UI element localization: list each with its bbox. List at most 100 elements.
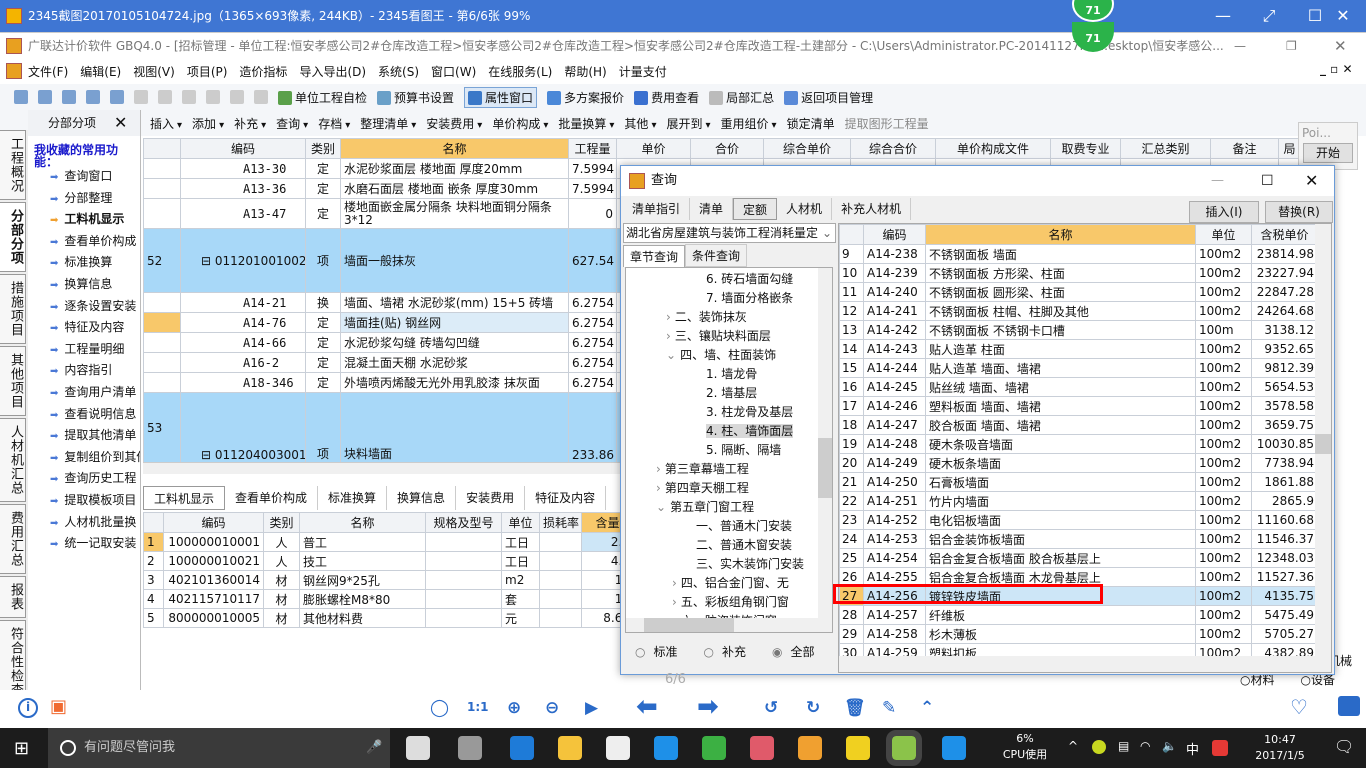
previous-arrow-icon[interactable]: ⬅ [636,692,658,722]
taskbar-app-icon[interactable] [942,736,966,760]
column-header[interactable]: 类别 [263,512,300,533]
chevron-down-icon[interactable]: ⌄ [656,500,666,514]
vtab-6[interactable]: 费用汇总 [0,504,26,574]
cell[interactable]: A14-247 [863,415,926,435]
cell[interactable]: 铝合金复合板墙面 胶合板基层上 [925,548,1196,568]
rotate-left-icon[interactable]: ↺ [764,698,778,718]
cell[interactable]: 7.5994 [568,158,617,179]
favorite-item[interactable]: ➡ 提取模板项目 [28,490,140,512]
cell[interactable]: 混凝土面天棚 水泥砂浆 [340,352,569,373]
minimize-icon[interactable]: — [1200,0,1246,32]
new-file-icon[interactable] [14,90,28,104]
cell[interactable]: A14-254 [863,548,926,568]
cell[interactable]: A14-249 [863,453,926,473]
quota-hscrollbar[interactable] [839,656,1331,672]
clock[interactable]: 10:47 2017/1/5 [1240,732,1320,764]
cell[interactable]: 定 [305,332,341,353]
taskbar-app-icon[interactable] [654,736,678,760]
cell[interactable]: 2.2 [581,532,623,552]
cell[interactable]: 100m [1195,320,1252,340]
cell[interactable]: 7738.94 [1251,453,1318,473]
cell[interactable]: 11160.68 [1251,510,1318,530]
windows-start-icon[interactable]: ⊞ [14,738,29,759]
dialog-tab[interactable]: 补充人材机 [832,198,912,220]
cell[interactable]: 100m2 [1195,434,1252,454]
column-header[interactable]: 单位 [501,512,540,533]
favorite-item[interactable]: ➡ 工程量明细 [28,339,140,361]
column-header[interactable]: 单位 [1195,224,1252,245]
cell[interactable]: 材 [263,608,300,628]
tree-node[interactable]: 7. 墙面分格嵌条 [626,289,832,308]
chevron-right-icon[interactable]: › [672,576,677,590]
vtab-2[interactable]: 分部分项 [0,202,26,272]
cell[interactable]: 100m2 [1195,263,1252,283]
menu-item[interactable]: 项目(P) [187,63,228,80]
gift-icon[interactable]: ▣ [50,696,67,717]
cell[interactable]: 100m2 [1195,510,1252,530]
cell[interactable]: 套 [501,589,540,609]
table-row[interactable]: 23 A14-252 电化铝板墙面 100m2 11160.68 [839,510,1318,530]
tree-node[interactable]: 1. 墙龙骨 [626,365,832,384]
cell[interactable]: 6.2754 [568,312,617,333]
cell[interactable]: A14-251 [863,491,926,511]
cell[interactable]: 7.5994 [568,178,617,199]
cell[interactable]: 100m2 [1195,586,1252,606]
menu-item[interactable]: 编辑(E) [80,63,121,80]
column-header[interactable]: 综合单价 [763,138,851,159]
cell[interactable] [425,551,502,571]
cell[interactable]: 其他材料费 [299,608,426,628]
cell[interactable]: 100m2 [1195,244,1252,264]
table-row[interactable]: 5800000010005材其他材料费 元 8.63 [143,608,623,628]
close-panel-icon[interactable]: ✕ [114,110,127,136]
image-viewer-icon[interactable] [886,730,922,766]
dialog-maximize-icon[interactable]: ☐ [1261,166,1274,196]
dialog-tab[interactable]: 人材机 [777,198,833,220]
table-row[interactable]: 24 A14-253 铝合金装饰板墙面 100m2 11546.37 [839,529,1318,549]
cell[interactable]: 不锈钢面板 方形梁、柱面 [925,263,1196,283]
table-row[interactable]: 4402115710117材膨胀螺栓M8*80 套 10 [143,589,623,609]
bottom-tab[interactable]: 换算信息 [387,486,457,510]
cell[interactable]: A14-238 [863,244,926,264]
table-row[interactable]: 18 A14-247 胶合板面 墙面、墙裙 100m2 3659.75 [839,415,1318,435]
dialog-title-bar[interactable]: 查询 — ☐ ✕ [621,166,1334,196]
replace-button[interactable]: 替换(R) [1265,201,1333,223]
toolbar-button[interactable]: 属性窗口 [464,86,538,108]
zoom-in-icon[interactable]: ⊕ [507,698,521,718]
insert-button[interactable]: 插入(I) [1189,201,1259,223]
toolbar-button[interactable]: 整理清单 ▾ [360,115,416,132]
toolbar-button[interactable]: 单位工程自检 [278,89,367,106]
scope-radio[interactable]: ○ 标准 [635,643,678,660]
toolbar-button[interactable]: 查询 ▾ [276,115,308,132]
tree-node[interactable]: ⌄ 第五章门窗工程 [626,498,832,517]
toolbar-button[interactable]: 插入 ▾ [150,115,182,132]
save-icon[interactable] [86,90,100,104]
cell[interactable]: 402115710117 [163,589,264,609]
cell[interactable]: 定 [305,178,341,199]
cell[interactable]: 402101360014 [163,570,264,590]
tree-node[interactable]: 3. 柱龙骨及基层 [626,403,832,422]
cell[interactable]: 100m2 [1195,415,1252,435]
cell[interactable]: 材 [263,570,300,590]
cell[interactable]: 电化铝板墙面 [925,510,1196,530]
vtab-1[interactable]: 工程概况 [0,130,26,200]
cell[interactable]: 0 [568,198,617,229]
favorite-item[interactable]: ➡ 查询历史工程 [28,468,140,490]
cell[interactable]: 4.5 [581,551,623,571]
favorite-item[interactable]: ➡ 提取其他清单 [28,425,140,447]
cell[interactable]: 贴人造革 柱面 [925,339,1196,359]
tree-node[interactable]: › 第三章幕墙工程 [626,460,832,479]
toolbar-button[interactable]: 其他 ▾ [624,115,656,132]
chevron-right-icon[interactable]: › [656,481,661,495]
cell[interactable]: 9352.65 [1251,339,1318,359]
cell[interactable] [539,608,582,628]
table-row[interactable]: 11 A14-240 不锈钢面板 圆形梁、柱面 100m2 22847.28 [839,282,1318,302]
cell[interactable]: 纤维板 [925,605,1196,625]
search-box[interactable]: 有问题尽管问我 🎤 [48,728,390,768]
cell[interactable]: 100000010001 [163,532,264,552]
column-header[interactable]: 类别 [305,138,341,159]
tree-vscrollbar[interactable] [818,268,832,620]
cell[interactable]: 100m2 [1195,453,1252,473]
tree-hscrollbar[interactable] [626,618,832,632]
cell[interactable]: A13-30 [180,158,306,179]
chevron-right-icon[interactable]: › [656,462,661,476]
